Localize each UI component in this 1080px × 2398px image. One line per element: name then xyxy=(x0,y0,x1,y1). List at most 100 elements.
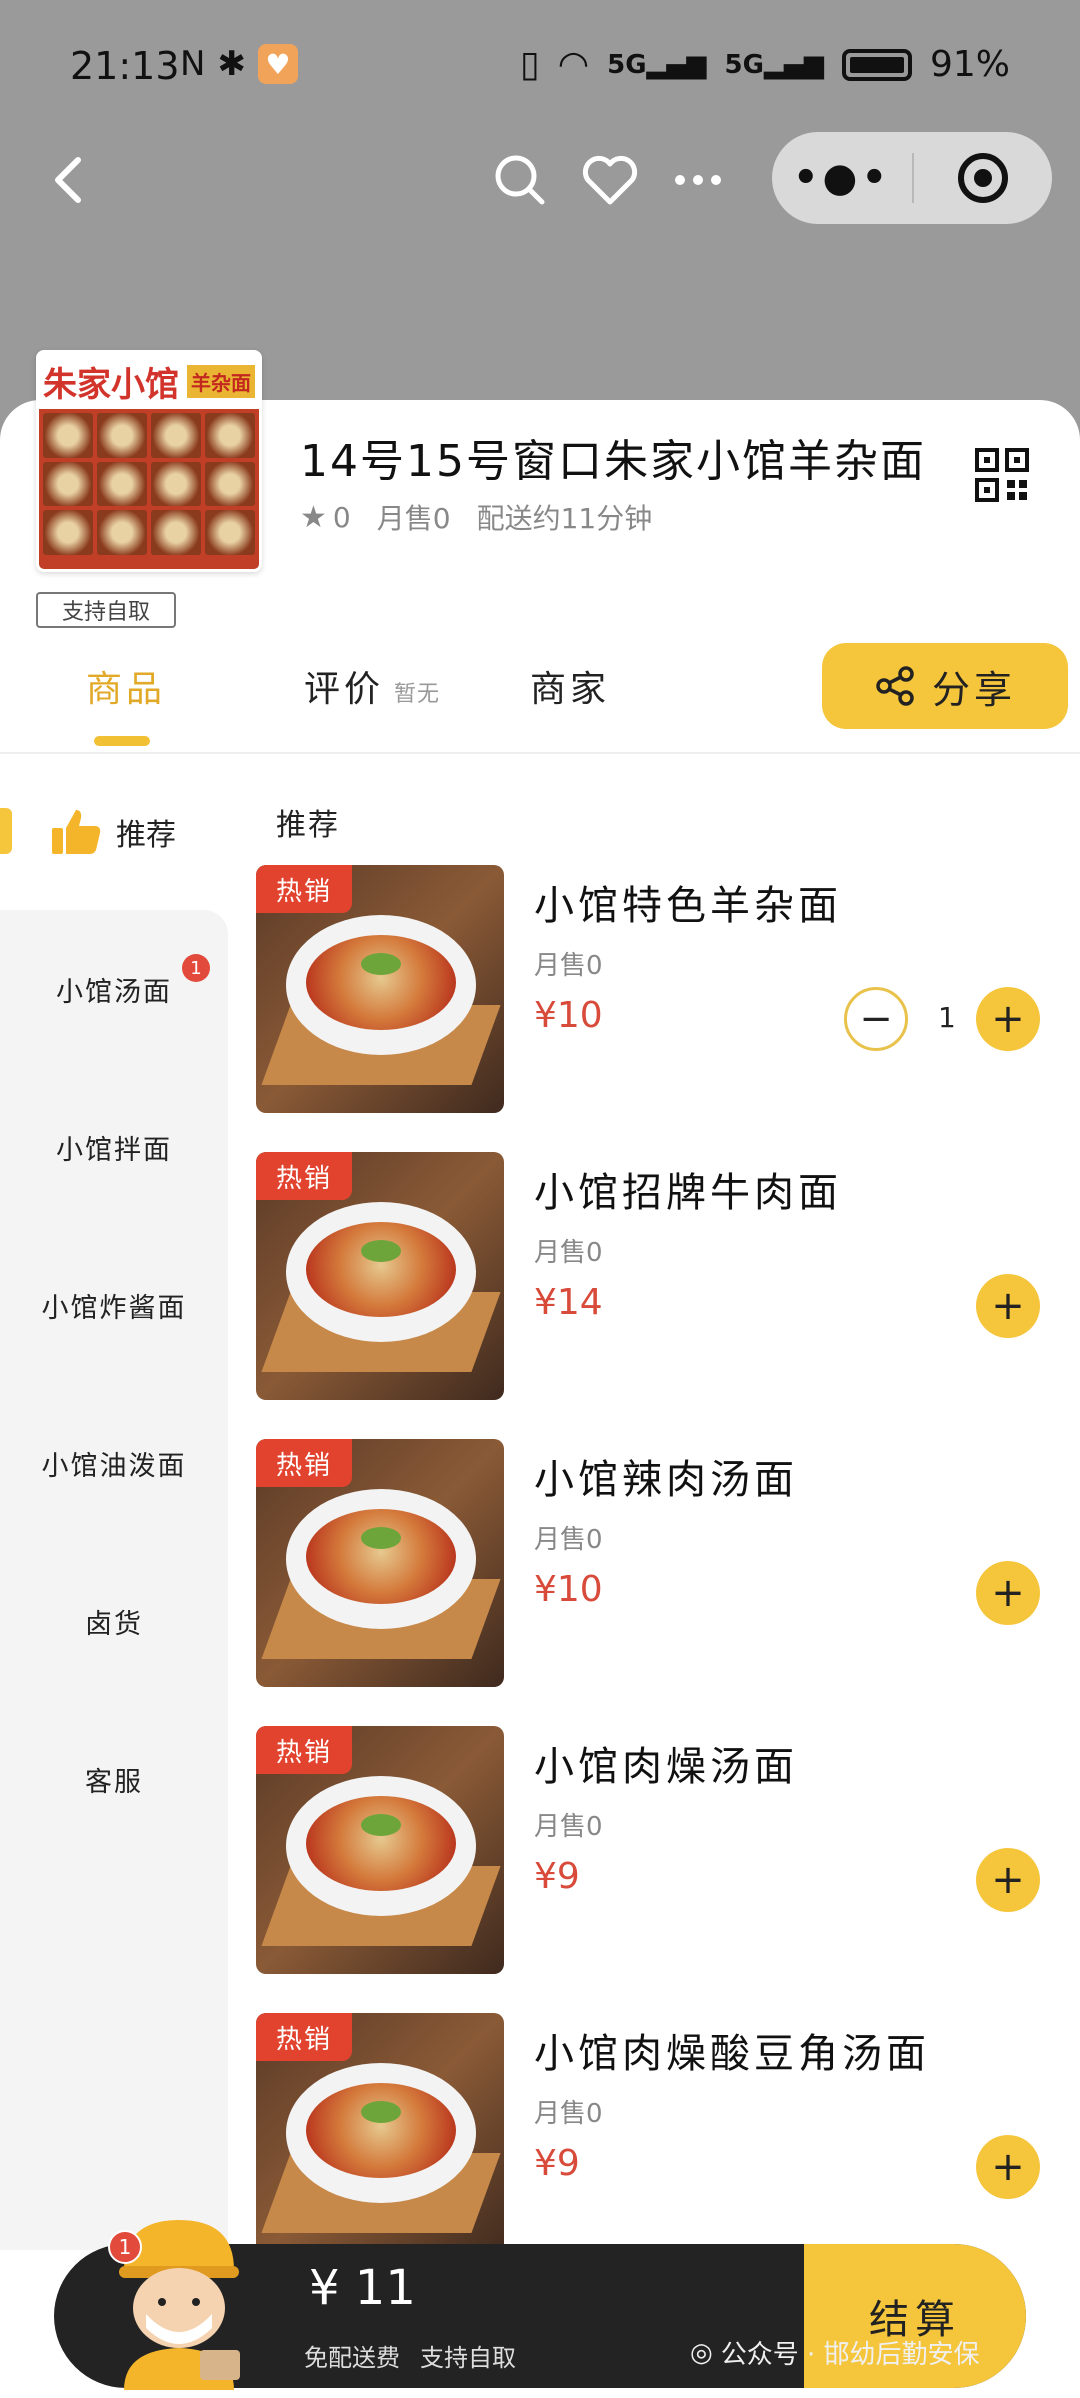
sidebar-item-zhajiang-noodles[interactable]: 小馆炸酱面 xyxy=(0,1286,228,1325)
tabs-divider xyxy=(0,752,1080,754)
product-name: 小馆肉燥酸豆角汤面 xyxy=(534,2031,930,2077)
capsule-close-button[interactable] xyxy=(914,132,1052,224)
wechat-icon: ◎ xyxy=(690,2337,713,2368)
store-meta: ★ 0 月售0 配送约11分钟 xyxy=(300,497,652,537)
thumbs-up-icon xyxy=(52,810,101,854)
miniprogram-capsule: •●• xyxy=(772,132,1052,224)
product-price: ¥9 xyxy=(534,1856,580,1897)
plus-button[interactable]: + xyxy=(976,1561,1040,1625)
battery-percent: 91% xyxy=(929,44,1010,85)
section-title: 推荐 xyxy=(276,808,340,843)
status-icons-right: ▯ ◠ 5G▂▄▆ 5G▂▄▆ 91% xyxy=(520,44,1010,85)
watermark: ◎ 公众号 · 邯幼后勤安保 xyxy=(690,2334,979,2371)
signal-1: 5G▂▄▆ xyxy=(607,49,707,80)
hot-sale-tag: 热销 xyxy=(256,1439,352,1487)
minus-button[interactable]: − xyxy=(844,987,908,1051)
cart-total: ¥ 11 xyxy=(309,2260,416,2316)
category-sidebar xyxy=(0,910,228,2250)
more-dots-icon[interactable] xyxy=(668,150,728,210)
pickup-label: 支持自取 xyxy=(420,2344,516,2372)
sidebar-item-badge: 1 xyxy=(182,954,210,982)
target-icon xyxy=(958,153,1008,203)
share-button[interactable]: 分享 xyxy=(822,643,1068,729)
product-image: 热销 xyxy=(256,1726,504,1974)
free-delivery-label: 免配送费 xyxy=(304,2344,400,2372)
tab-reviews-label: 评价 xyxy=(304,669,385,710)
product-name: 小馆辣肉汤面 xyxy=(534,1457,798,1503)
star-icon: ★ xyxy=(300,499,327,535)
rating: ★ 0 xyxy=(300,499,351,535)
hot-sale-tag: 热销 xyxy=(256,865,352,913)
search-icon[interactable] xyxy=(490,150,550,210)
quantity: 1 xyxy=(938,1001,956,1034)
logo-tag: 羊杂面 xyxy=(187,364,255,398)
product-card[interactable]: 热销 小馆肉燥酸豆角汤面 月售0 ¥9 + xyxy=(256,2013,1066,2263)
cart-badge: 1 xyxy=(108,2230,142,2264)
product-name: 小馆肉燥汤面 xyxy=(534,1744,798,1790)
tab-goods[interactable]: 商品 xyxy=(86,660,166,712)
plus-button[interactable]: + xyxy=(976,1274,1040,1338)
hot-sale-tag: 热销 xyxy=(256,1152,352,1200)
delivery-time: 配送约11分钟 xyxy=(476,502,653,535)
share-label: 分享 xyxy=(931,667,1016,712)
product-card[interactable]: 热销 小馆招牌牛肉面 月售0 ¥14 + xyxy=(256,1152,1066,1402)
battery-icon xyxy=(841,48,912,81)
sidebar-item-recommended[interactable]: 推荐 xyxy=(50,806,176,858)
product-sold: 月售0 xyxy=(534,2099,603,2129)
product-image: 热销 xyxy=(256,2013,504,2261)
qr-code-icon[interactable] xyxy=(975,448,1029,502)
sidebar-active-marker xyxy=(0,808,12,854)
hot-sale-tag: 热销 xyxy=(256,1726,352,1774)
favorite-heart-icon[interactable] xyxy=(580,150,640,210)
logo-name: 朱家小馆 xyxy=(43,364,179,405)
hot-sale-tag: 热销 xyxy=(256,2013,352,2061)
wifi-icon: ◠ xyxy=(557,44,590,85)
tab-active-indicator xyxy=(94,736,150,746)
monthly-sales: 月售0 xyxy=(376,502,451,535)
signal-2: 5G▂▄▆ xyxy=(724,49,824,80)
product-price: ¥14 xyxy=(534,1282,603,1323)
cart-subtext: 免配送费 支持自取 xyxy=(304,2338,516,2373)
logo-food-grid xyxy=(39,409,259,559)
tab-reviews-sub: 暂无 xyxy=(394,682,441,707)
product-sold: 月售0 xyxy=(534,1525,603,1555)
sidebar-item-label: 推荐 xyxy=(116,818,176,853)
tab-reviews[interactable]: 评价 暂无 xyxy=(304,660,440,712)
nav-bar: •●• xyxy=(0,130,1080,240)
health-app-icon: ♥ xyxy=(257,44,298,84)
product-card[interactable]: 热销 小馆辣肉汤面 月售0 ¥10 + xyxy=(256,1439,1066,1689)
store-name: 14号15号窗口朱家小馆羊杂面 xyxy=(300,436,926,487)
product-sold: 月售0 xyxy=(534,951,603,981)
share-icon xyxy=(876,666,914,706)
sidebar-item-youpo-noodles[interactable]: 小馆油泼面 xyxy=(0,1444,228,1483)
back-icon[interactable] xyxy=(40,150,100,210)
product-sold: 月售0 xyxy=(534,1812,603,1842)
product-image: 热销 xyxy=(256,1439,504,1687)
sidebar-item-mixed-noodles[interactable]: 小馆拌面 xyxy=(0,1128,228,1167)
product-name: 小馆特色羊杂面 xyxy=(534,883,842,929)
pickup-tag: 支持自取 xyxy=(36,592,176,628)
tab-merchant[interactable]: 商家 xyxy=(530,660,610,712)
product-price: ¥9 xyxy=(534,2143,580,2184)
vibrate-icon: ▯ xyxy=(519,44,540,85)
status-icons-left: N ✱ ♥ xyxy=(180,44,298,84)
product-card[interactable]: 热销 小馆特色羊杂面 月售0 ¥10 − 1 + xyxy=(256,865,1066,1115)
sidebar-item-customer-service[interactable]: 客服 xyxy=(0,1760,228,1799)
product-image: 热销 xyxy=(256,1152,504,1400)
product-card[interactable]: 热销 小馆肉燥汤面 月售0 ¥9 + xyxy=(256,1726,1066,1976)
status-bar: 21:13 N ✱ ♥ ▯ ◠ 5G▂▄▆ 5G▂▄▆ 91% xyxy=(0,0,1080,130)
product-sold: 月售0 xyxy=(534,1238,603,1268)
product-price: ¥10 xyxy=(534,1569,603,1610)
plus-button[interactable]: + xyxy=(976,1848,1040,1912)
store-logo: 朱家小馆 羊杂面 xyxy=(36,350,262,572)
plus-button[interactable]: + xyxy=(976,2135,1040,2199)
product-price: ¥10 xyxy=(534,995,603,1036)
plus-button[interactable]: + xyxy=(976,987,1040,1051)
product-name: 小馆招牌牛肉面 xyxy=(534,1170,842,1216)
watermark-text: 公众号 · 邯幼后勤安保 xyxy=(720,2340,980,2370)
capsule-menu-icon[interactable]: •●• xyxy=(772,132,912,224)
product-image: 热销 xyxy=(256,865,504,1113)
nfc-icon: N xyxy=(180,44,206,84)
sidebar-item-braised[interactable]: 卤货 xyxy=(0,1602,228,1641)
bluetooth-icon: ✱ xyxy=(217,44,246,84)
